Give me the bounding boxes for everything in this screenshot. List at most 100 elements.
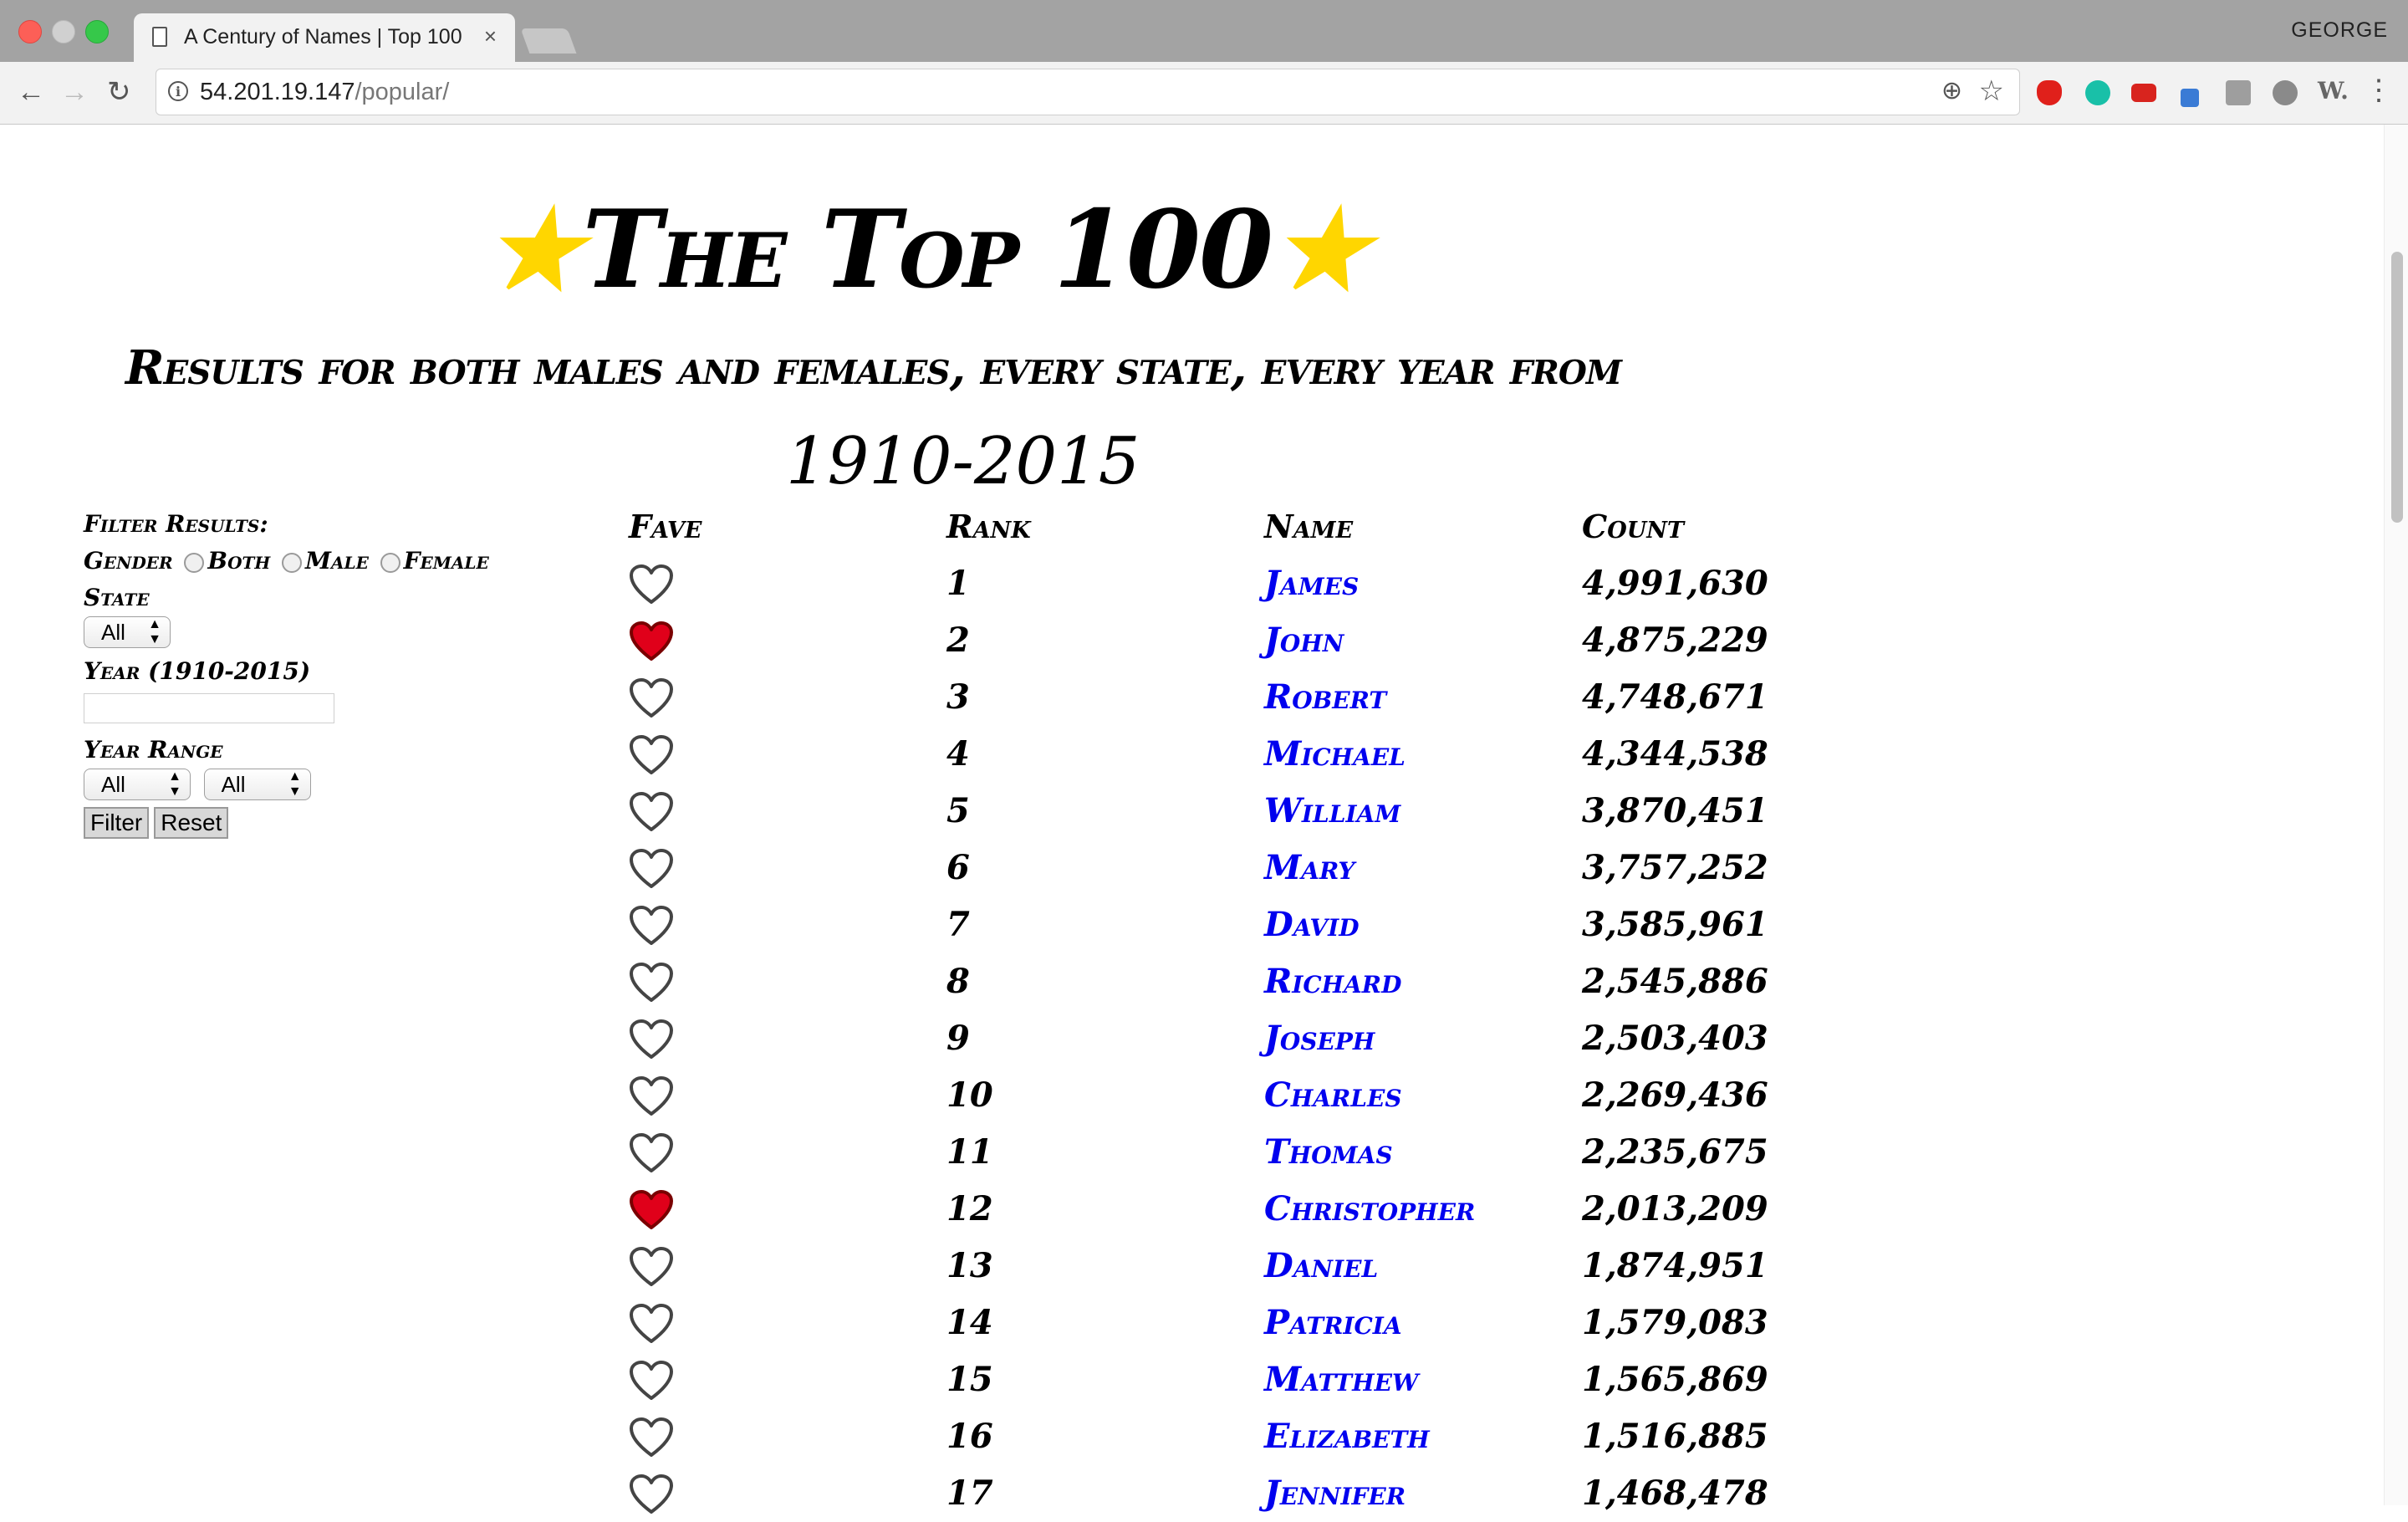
rank-cell: 10 [946,1075,993,1115]
rank-cell: 12 [946,1189,993,1228]
browser-tab[interactable]: A Century of Names | Top 100 × [134,13,515,62]
heart-outline-icon[interactable] [629,791,674,833]
url-host: 54.201.19.147 [200,79,355,105]
name-link[interactable]: Joseph [1264,1010,1375,1067]
count-cell: 4,991,630 [1582,564,1768,603]
film-extension-icon[interactable] [2273,80,2298,105]
heart-outline-icon[interactable] [629,1019,674,1060]
url-text[interactable]: 54.201.19.147/popular/ [200,79,449,106]
heart-icon [630,1076,673,1116]
rank-cell: 5 [946,791,970,830]
name-link[interactable]: William [1264,783,1400,840]
page-icon [152,27,167,47]
w-extension-icon[interactable]: W. [2318,77,2349,105]
tab-title: A Century of Names | Top 100 [184,25,462,49]
table-row: 5 William 3,870,451 [0,783,2007,840]
eyedropper-extension-icon[interactable] [2181,89,2199,107]
name-link[interactable]: Matthew [1264,1351,1418,1408]
heart-icon [630,1417,673,1457]
zoom-icon[interactable]: ⊕ [1941,76,1962,105]
name-link[interactable]: Thomas [1264,1124,1393,1181]
heart-icon [630,1190,673,1229]
table-row: 7 David 3,585,961 [0,896,2007,953]
minimize-window-button[interactable] [52,20,75,43]
heart-filled-icon[interactable] [629,1189,674,1231]
heart-outline-icon[interactable] [629,564,674,605]
table-row: 11 Thomas 2,235,675 [0,1124,2007,1181]
table-row: 2 John 4,875,229 [0,612,2007,669]
table-row: 8 Richard 2,545,886 [0,953,2007,1010]
info-icon[interactable]: i [168,81,188,101]
column-header-count: Count [1582,508,1685,545]
youtube-extension-icon[interactable] [2131,84,2156,102]
count-cell: 2,235,675 [1582,1132,1768,1172]
heart-outline-icon[interactable] [629,1417,674,1458]
m-extension-icon[interactable] [2085,80,2110,105]
heart-icon [630,1361,673,1400]
heart-outline-icon[interactable] [629,848,674,890]
address-bar[interactable]: i 54.201.19.147/popular/ ⊕ ☆ [156,69,2020,115]
table-row: 10 Charles 2,269,436 [0,1067,2007,1124]
name-link[interactable]: Michael [1264,726,1406,783]
table-row: 17 Jennifer 1,468,478 [0,1465,2007,1522]
heart-icon [630,621,673,661]
new-tab-button[interactable] [520,28,577,54]
heart-outline-icon[interactable] [629,1075,674,1117]
name-link[interactable]: John [1264,612,1344,669]
year-span: 1910-2015 [786,424,1140,499]
bookmark-star-icon[interactable]: ☆ [1979,74,2004,108]
name-link[interactable]: Richard [1264,953,1401,1010]
close-window-button[interactable] [18,20,42,43]
heart-icon [630,792,673,831]
name-link[interactable]: Elizabeth [1264,1408,1430,1465]
heart-outline-icon[interactable] [629,1473,674,1515]
rank-cell: 1 [946,564,970,603]
browser-titlebar: A Century of Names | Top 100 × GEORGE [0,0,2408,62]
heart-outline-icon[interactable] [629,1303,674,1345]
back-arrow-icon[interactable]: ← [17,75,45,109]
count-cell: 3,585,961 [1582,905,1768,944]
page-title-text: The Top 100 [582,187,1274,313]
star-icon: ★ [485,186,583,314]
table-row: 1 James 4,991,630 [0,555,2007,612]
forward-arrow-icon[interactable]: → [60,75,89,109]
maximize-window-button[interactable] [85,20,109,43]
name-link[interactable]: Jennifer [1264,1465,1406,1522]
name-link[interactable]: Christopher [1264,1181,1475,1238]
heart-icon [630,963,673,1002]
name-link[interactable]: David [1264,896,1359,953]
heart-filled-icon[interactable] [629,621,674,662]
count-cell: 4,875,229 [1582,621,1768,660]
count-cell: 1,516,885 [1582,1417,1768,1456]
name-link[interactable]: Patricia [1264,1295,1402,1351]
opera-extension-icon[interactable] [2037,80,2062,105]
heart-outline-icon[interactable] [629,1246,674,1288]
heart-outline-icon[interactable] [629,1132,674,1174]
name-link[interactable]: Robert [1264,669,1386,726]
name-link[interactable]: Daniel [1264,1238,1378,1295]
rank-cell: 16 [946,1417,993,1456]
browser-menu-icon[interactable]: ⋮ [2365,74,2393,107]
count-cell: 1,565,869 [1582,1360,1768,1399]
scrollbar-track[interactable] [2384,125,2408,1505]
scrollbar-thumb[interactable] [2391,252,2403,523]
name-link[interactable]: James [1264,555,1359,612]
h-extension-icon[interactable] [2226,80,2251,105]
heart-outline-icon[interactable] [629,1360,674,1402]
heart-outline-icon[interactable] [629,677,674,719]
tab-close-icon[interactable]: × [484,23,497,49]
page-content: ★The Top 100★ Results for both males and… [0,125,2408,1514]
heart-outline-icon[interactable] [629,962,674,1004]
reload-icon[interactable]: ↻ [107,75,131,109]
heart-outline-icon[interactable] [629,734,674,776]
names-table: 1 James 4,991,630 2 John 4,875,229 3 Robert 4,74… [0,555,2007,1522]
rank-cell: 7 [946,905,970,944]
count-cell: 1,468,478 [1582,1473,1768,1513]
profile-name[interactable]: GEORGE [2291,18,2388,43]
name-link[interactable]: Mary [1264,840,1354,896]
name-link[interactable]: Charles [1264,1067,1402,1124]
table-row: 12 Christopher 2,013,209 [0,1181,2007,1238]
column-header-rank: Rank [946,508,1031,545]
column-header-name: Name [1264,508,1354,545]
heart-outline-icon[interactable] [629,905,674,947]
